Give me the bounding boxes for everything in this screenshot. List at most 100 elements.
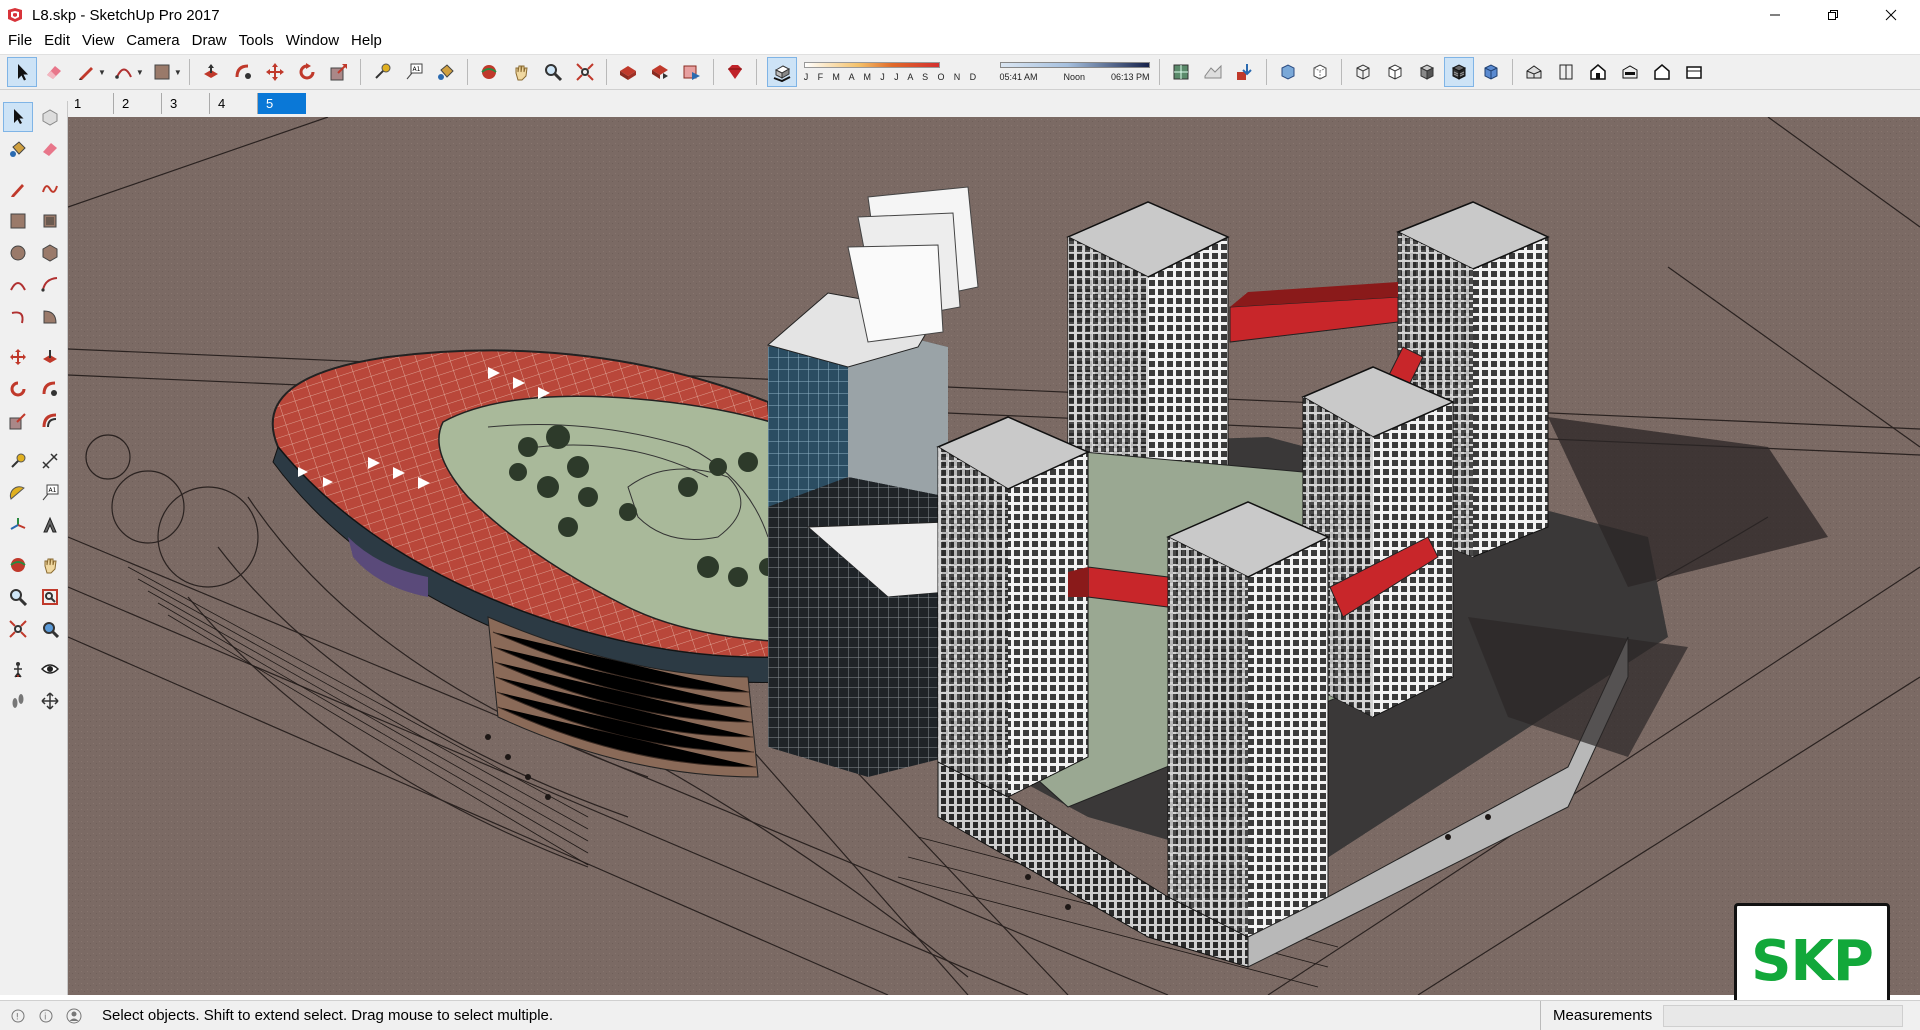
time-slider-track[interactable] bbox=[999, 62, 1150, 68]
xray-style-button[interactable] bbox=[1273, 57, 1303, 87]
scene-tab[interactable]: 2 bbox=[114, 93, 162, 114]
menu-draw[interactable]: Draw bbox=[186, 30, 233, 52]
3d-text-tool-button[interactable] bbox=[35, 510, 65, 540]
front-view-button[interactable] bbox=[1583, 57, 1613, 87]
text-tool-button[interactable]: A1 bbox=[35, 478, 65, 508]
circle-tool-button[interactable] bbox=[3, 238, 33, 268]
photo-textures-button[interactable] bbox=[1230, 57, 1260, 87]
scale-tool-button[interactable] bbox=[3, 406, 33, 436]
monochrome-style-button[interactable] bbox=[1476, 57, 1506, 87]
line-tool-button[interactable] bbox=[3, 174, 33, 204]
close-button[interactable] bbox=[1862, 0, 1920, 30]
3d-warehouse-button[interactable] bbox=[613, 57, 643, 87]
section-plane-tool-button[interactable] bbox=[35, 686, 65, 716]
wireframe-style-button[interactable] bbox=[1348, 57, 1378, 87]
push-pull-tool-button[interactable] bbox=[196, 57, 226, 87]
pan-tool-button[interactable] bbox=[506, 57, 536, 87]
two-point-arc-tool-button[interactable] bbox=[35, 270, 65, 300]
month-slider-track[interactable] bbox=[803, 62, 940, 68]
menu-tools[interactable]: Tools bbox=[233, 30, 280, 52]
zoom-extents-button[interactable] bbox=[3, 614, 33, 644]
follow-me-tool-button[interactable] bbox=[228, 57, 258, 87]
select-tool-button[interactable] bbox=[3, 102, 33, 132]
offset-tool-button[interactable] bbox=[35, 406, 65, 436]
user-account-icon[interactable] bbox=[64, 1006, 84, 1026]
menu-window[interactable]: Window bbox=[280, 30, 345, 52]
protractor-tool-button[interactable] bbox=[3, 478, 33, 508]
three-point-arc-tool-button[interactable] bbox=[3, 302, 33, 332]
show-shadows-toggle[interactable] bbox=[766, 57, 797, 87]
menu-view[interactable]: View bbox=[76, 30, 120, 52]
zoom-extents-button[interactable] bbox=[570, 57, 600, 87]
geo-location-icon[interactable]: ! bbox=[8, 1006, 28, 1026]
restore-button[interactable] bbox=[1804, 0, 1862, 30]
rectangle-tool-button[interactable] bbox=[3, 206, 33, 236]
menu-camera[interactable]: Camera bbox=[120, 30, 185, 52]
line-tool-button[interactable] bbox=[71, 57, 101, 87]
model-scene[interactable] bbox=[68, 117, 1920, 995]
freehand-tool-button[interactable] bbox=[35, 174, 65, 204]
select-tool-button[interactable] bbox=[7, 57, 37, 87]
arc-tool-caret-icon[interactable]: ▼ bbox=[136, 68, 144, 77]
rotate-tool-button[interactable] bbox=[3, 374, 33, 404]
iso-view-button[interactable] bbox=[1519, 57, 1549, 87]
tape-measure-tool-button[interactable] bbox=[3, 446, 33, 476]
share-model-button[interactable] bbox=[645, 57, 675, 87]
previous-view-button[interactable] bbox=[35, 614, 65, 644]
left-view-button[interactable] bbox=[1679, 57, 1709, 87]
scene-tab[interactable]: 1 bbox=[66, 93, 114, 114]
toggle-terrain-button[interactable] bbox=[1198, 57, 1228, 87]
position-camera-tool-button[interactable] bbox=[3, 654, 33, 684]
rotated-rectangle-tool-button[interactable] bbox=[35, 206, 65, 236]
walk-tool-button[interactable] bbox=[3, 686, 33, 716]
menu-help[interactable]: Help bbox=[345, 30, 388, 52]
polygon-tool-button[interactable] bbox=[35, 238, 65, 268]
dimension-tool-button[interactable] bbox=[35, 446, 65, 476]
rotate-tool-button[interactable] bbox=[292, 57, 322, 87]
menu-edit[interactable]: Edit bbox=[38, 30, 76, 52]
add-location-button[interactable] bbox=[1166, 57, 1196, 87]
tape-measure-tool-button[interactable] bbox=[367, 57, 397, 87]
line-tool-caret-icon[interactable]: ▼ bbox=[98, 68, 106, 77]
hidden-line-style-button[interactable] bbox=[1380, 57, 1410, 87]
push-pull-tool-button[interactable] bbox=[35, 342, 65, 372]
shadow-month-slider[interactable]: J F M A M J J A S O N D bbox=[803, 62, 980, 82]
pie-tool-button[interactable] bbox=[35, 302, 65, 332]
minimize-button[interactable] bbox=[1746, 0, 1804, 30]
follow-me-tool-button[interactable] bbox=[35, 374, 65, 404]
scene-tab-active[interactable]: 5 bbox=[258, 93, 306, 114]
back-edges-style-button[interactable] bbox=[1305, 57, 1335, 87]
model-viewport[interactable] bbox=[68, 117, 1920, 995]
shaded-style-button[interactable] bbox=[1412, 57, 1442, 87]
eraser-tool-button[interactable] bbox=[35, 134, 65, 164]
make-component-button[interactable] bbox=[35, 102, 65, 132]
menu-file[interactable]: File bbox=[2, 30, 38, 52]
shape-tool-button[interactable] bbox=[147, 57, 177, 87]
zoom-window-tool-button[interactable] bbox=[35, 582, 65, 612]
pan-tool-button[interactable] bbox=[35, 550, 65, 580]
text-tool-button[interactable]: A1 bbox=[399, 57, 429, 87]
paint-bucket-tool-button[interactable] bbox=[3, 134, 33, 164]
scene-tab[interactable]: 4 bbox=[210, 93, 258, 114]
scene-tab[interactable]: 3 bbox=[162, 93, 210, 114]
move-tool-button[interactable] bbox=[260, 57, 290, 87]
shadow-time-slider[interactable]: 05:41 AM Noon 06:13 PM bbox=[999, 62, 1150, 82]
shape-tool-caret-icon[interactable]: ▼ bbox=[174, 68, 182, 77]
orbit-tool-button[interactable] bbox=[474, 57, 504, 87]
zoom-tool-button[interactable] bbox=[538, 57, 568, 87]
arc-tool-button[interactable] bbox=[109, 57, 139, 87]
look-around-tool-button[interactable] bbox=[35, 654, 65, 684]
move-tool-button[interactable] bbox=[3, 342, 33, 372]
zoom-tool-button[interactable] bbox=[3, 582, 33, 612]
scale-tool-button[interactable] bbox=[324, 57, 354, 87]
credits-icon[interactable]: i bbox=[36, 1006, 56, 1026]
paint-bucket-tool-button[interactable] bbox=[431, 57, 461, 87]
back-view-button[interactable] bbox=[1647, 57, 1677, 87]
orbit-tool-button[interactable] bbox=[3, 550, 33, 580]
right-view-button[interactable] bbox=[1615, 57, 1645, 87]
eraser-tool-button[interactable] bbox=[39, 57, 69, 87]
top-view-button[interactable] bbox=[1551, 57, 1581, 87]
axes-tool-button[interactable] bbox=[3, 510, 33, 540]
share-component-button[interactable] bbox=[677, 57, 707, 87]
arc-tool-button[interactable] bbox=[3, 270, 33, 300]
